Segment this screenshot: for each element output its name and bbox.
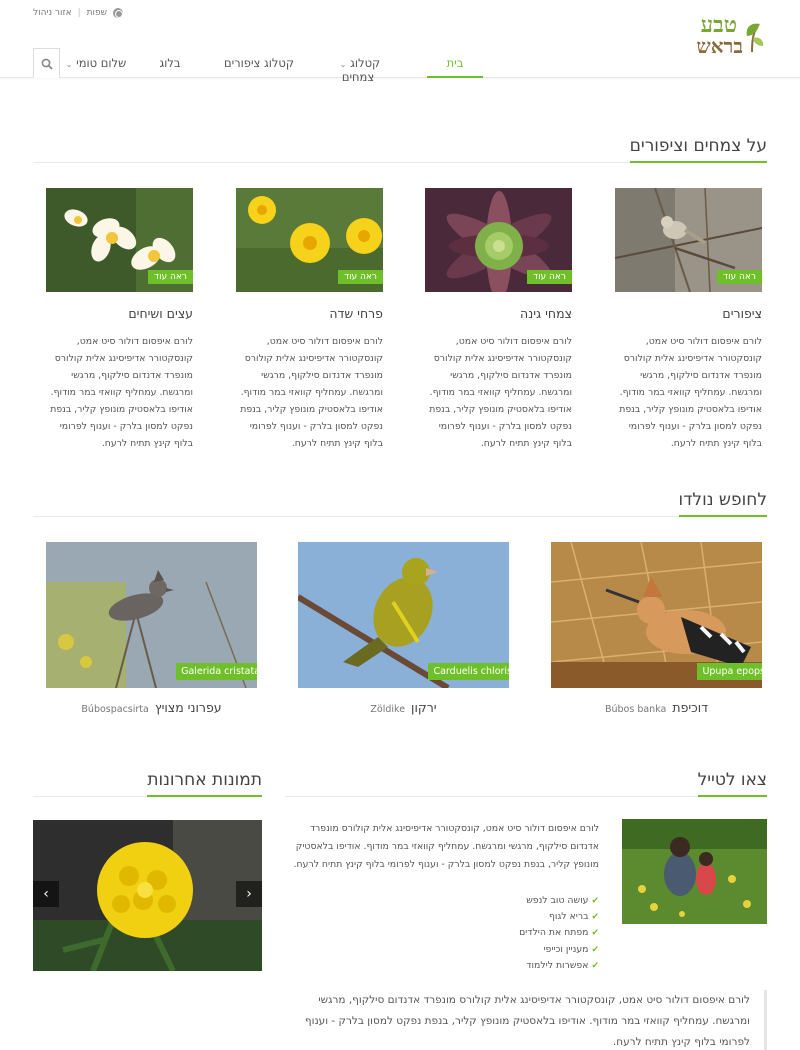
leaf-icon — [746, 23, 764, 53]
nav-label: קטלוג ציפורים — [223, 56, 295, 70]
utility-links: אזור ניהול | שפות — [33, 8, 124, 18]
bird-names: Zöldike ירקון — [298, 700, 509, 715]
category-card-birds: ראה עוד ציפורים לורם איפסום דולור סיט אמ… — [615, 188, 762, 452]
search-button[interactable] — [33, 48, 60, 78]
bird-hebrew-name[interactable]: עפרוני מצויץ — [155, 700, 222, 715]
bird-hebrew-name[interactable]: דוכיפת — [672, 700, 708, 715]
benefit-item: עושה טוב לנפש — [460, 893, 599, 909]
marigold-image — [33, 820, 262, 971]
trip-quote: לורם איפסום דולור סיט אמט, קונסקטורר אדי… — [290, 990, 767, 1050]
see-more-button[interactable]: ראה עוד — [717, 270, 762, 284]
utility-separator: | — [77, 8, 81, 18]
benefit-item: מעניין וכייפי — [460, 942, 599, 958]
nav-label: קטלוג צמחים — [341, 56, 381, 84]
site-header: אזור ניהול | שפות טבע בראש בית ⌄ קטלוג צ… — [0, 0, 800, 84]
nav-item-home[interactable]: בית — [427, 48, 483, 78]
card-text: לורם איפסום דולור סיט אמט, קונסקטורר אדי… — [50, 336, 193, 449]
nav-item-birds-catalog[interactable]: קטלוג ציפורים — [223, 48, 295, 78]
nav-item-blog[interactable]: בלוג — [157, 48, 183, 78]
benefit-label: עושה טוב לנפש — [526, 895, 589, 906]
bird-names: Búbospacsirta עפרוני מצויץ — [46, 700, 257, 715]
gallery-prev-button[interactable]: ‹ — [33, 881, 59, 907]
card-image[interactable]: ראה עוד — [46, 188, 193, 292]
bird-local-name: Búbos banka — [604, 704, 667, 715]
card-text: לורם איפסום דולור סיט אמט, קונסקטורר אדי… — [240, 336, 383, 449]
site-logo[interactable]: טבע בראש — [673, 12, 765, 62]
chevron-down-icon: ⌄ — [339, 60, 347, 69]
card-title[interactable]: עצים ושיחים — [46, 306, 193, 321]
globe-icon[interactable] — [113, 8, 124, 18]
latin-name-tag: Upupa epops — [697, 663, 762, 680]
benefit-item: בריא לגוף — [460, 909, 599, 925]
card-image[interactable]: ראה עוד — [615, 188, 762, 292]
about-section-heading: על צמחים וציפורים — [33, 133, 767, 163]
gallery-next-button[interactable]: › — [236, 881, 262, 907]
latin-name-tag: Galerida cristata — [176, 663, 257, 680]
card-image[interactable]: ראה עוד — [236, 188, 383, 292]
benefit-label: מעניין וכייפי — [543, 943, 589, 955]
nav-item-user-menu[interactable]: ⌄ שלום טומי — [61, 48, 127, 78]
benefit-label: מפתח את הילדים — [519, 927, 589, 939]
section-title: תמונות אחרונות — [147, 770, 262, 797]
benefit-label: בריא לגוף — [548, 911, 589, 923]
languages-link[interactable]: שפות — [87, 8, 107, 18]
search-icon — [41, 58, 53, 70]
admin-area-link[interactable]: אזור ניהול — [33, 8, 72, 18]
card-text: לורם איפסום דולור סיט אמט, קונסקטורר אדי… — [619, 336, 762, 449]
birds-section-heading: לחופש נולדו — [33, 487, 767, 517]
benefits-list: עושה טוב לנפש בריא לגוף מפתח את הילדים מ… — [460, 893, 599, 974]
main-nav: בית ⌄ קטלוג צמחים קטלוג ציפורים בלוג ⌄ ש… — [33, 48, 483, 84]
section-title: על צמחים וציפורים — [629, 136, 767, 163]
chevron-down-icon: ⌄ — [65, 60, 73, 69]
bird-hebrew-name[interactable]: ירקון — [411, 700, 437, 715]
card-title[interactable]: ציפורים — [615, 306, 762, 321]
chevron-left-icon: ‹ — [43, 886, 49, 902]
bird-local-name: Búbospacsirta — [81, 704, 149, 715]
bird-local-name: Zöldike — [370, 704, 406, 715]
latin-name-tag: Carduelis chloris — [428, 663, 509, 680]
category-card-trees-shrubs: ראה עוד עצים ושיחים לורם איפסום דולור סי… — [46, 188, 193, 452]
bird-image[interactable]: Upupa epops — [551, 542, 762, 688]
bird-names: Búbos banka דוכיפת — [551, 700, 762, 715]
section-title: צאו לטייל — [697, 770, 767, 797]
card-image[interactable]: ראה עוד — [425, 188, 572, 292]
card-text: לורם איפסום דולור סיט אמט, קונסקטורר אדי… — [429, 336, 572, 449]
nav-label: בית — [446, 56, 464, 70]
bird-item-crested-lark: Galerida cristata Búbospacsirta עפרוני מ… — [46, 542, 257, 715]
see-more-button[interactable]: ראה עוד — [338, 270, 383, 284]
bird-image[interactable]: Galerida cristata — [46, 542, 257, 688]
nav-label: שלום טומי — [76, 56, 127, 70]
gallery-section-heading: תמונות אחרונות — [33, 767, 262, 797]
card-title[interactable]: פרחי שדה — [236, 306, 383, 321]
benefit-item: מפתח את הילדים — [460, 925, 599, 941]
see-more-button[interactable]: ראה עוד — [148, 270, 193, 284]
nav-label: בלוג — [159, 56, 181, 70]
family-image — [622, 819, 767, 924]
trip-text: לורם איפסום דולור סיט אמט, קונסקטורר אדי… — [293, 823, 599, 870]
gallery-slider[interactable]: ‹ › — [33, 820, 262, 971]
section-title: לחופש נולדו — [678, 490, 767, 517]
logo-line-2: בראש — [696, 34, 743, 58]
benefit-item: אפשרות לילמוד — [460, 958, 599, 974]
card-title[interactable]: צמחי גינה — [425, 306, 572, 321]
benefit-label: אפשרות לילמוד — [526, 959, 589, 971]
bird-item-hoopoe: Upupa epops Búbos banka דוכיפת — [551, 542, 762, 715]
family-photo — [622, 819, 767, 924]
nav-item-plants-catalog[interactable]: ⌄ קטלוג צמחים — [319, 48, 397, 84]
bird-item-greenfinch: Carduelis chloris Zöldike ירקון — [298, 542, 509, 715]
category-card-garden-plants: ראה עוד צמחי גינה לורם איפסום דולור סיט … — [425, 188, 572, 452]
see-more-button[interactable]: ראה עוד — [527, 270, 572, 284]
category-card-wildflowers: ראה עוד פרחי שדה לורם איפסום דולור סיט א… — [236, 188, 383, 452]
trip-section-heading: צאו לטייל — [285, 767, 767, 797]
chevron-right-icon: › — [246, 886, 252, 902]
bird-image[interactable]: Carduelis chloris — [298, 542, 509, 688]
